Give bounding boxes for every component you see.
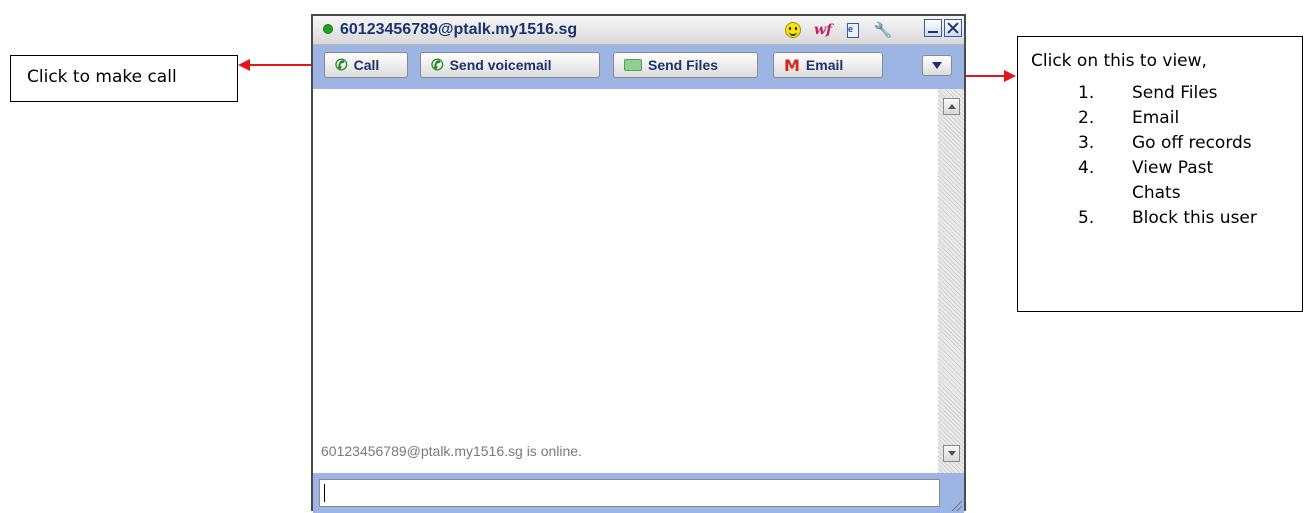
gmail-icon: M bbox=[784, 55, 800, 75]
list-item-number: 4. bbox=[1078, 158, 1095, 178]
send-files-button[interactable]: Send Files bbox=[613, 52, 758, 78]
list-item: 4. View Past Chats bbox=[1018, 156, 1302, 206]
smiley-icon bbox=[785, 22, 801, 38]
chevron-down-icon bbox=[932, 62, 942, 69]
chat-toolbar: ✆ Call ✆ Send voicemail Send Files M Ema… bbox=[313, 45, 964, 89]
chat-window: 60123456789@ptalk.my1516.sg wf e 🔧 ✆ Cal… bbox=[311, 14, 966, 513]
text-caret bbox=[324, 484, 325, 502]
file-transfer-icon bbox=[624, 59, 642, 71]
list-item: 1. Send Files bbox=[1018, 81, 1302, 106]
list-item: 5. Block this user bbox=[1018, 206, 1302, 231]
wf-icon: wf bbox=[813, 22, 833, 38]
input-bar bbox=[313, 473, 964, 513]
window-controls bbox=[924, 19, 962, 37]
callout-make-call-text: Click to make call bbox=[27, 67, 177, 87]
phone-icon: ✆ bbox=[335, 57, 348, 74]
list-item-label: View Past Chats bbox=[1132, 158, 1214, 203]
callout-more-options-heading: Click on this to view, bbox=[1031, 51, 1207, 71]
callout-options-list: 1. Send Files 2. Email 3. Go off records… bbox=[1018, 81, 1302, 231]
chat-scrollbar[interactable] bbox=[938, 89, 964, 473]
arrow-to-call-callout bbox=[238, 59, 322, 71]
list-item-label: Go off records bbox=[1132, 133, 1252, 153]
online-status-icon bbox=[323, 24, 333, 34]
message-input[interactable] bbox=[319, 479, 940, 507]
notes-button[interactable]: e bbox=[843, 20, 863, 40]
list-item: 2. Email bbox=[1018, 106, 1302, 131]
emoticon-button[interactable] bbox=[783, 20, 803, 40]
status-message: 60123456789@ptalk.my1516.sg is online. bbox=[321, 443, 582, 459]
scroll-up-button[interactable] bbox=[943, 98, 960, 115]
call-button-label: Call bbox=[353, 57, 380, 73]
list-item-number: 1. bbox=[1078, 83, 1095, 103]
call-button[interactable]: ✆ Call bbox=[324, 52, 408, 78]
window-title: 60123456789@ptalk.my1516.sg bbox=[340, 21, 578, 38]
send-voicemail-label: Send voicemail bbox=[449, 57, 552, 73]
send-files-label: Send Files bbox=[648, 57, 719, 73]
list-item-number: 5. bbox=[1078, 208, 1095, 228]
title-bar: 60123456789@ptalk.my1516.sg wf e 🔧 bbox=[313, 16, 964, 45]
wrench-icon: 🔧 bbox=[873, 22, 893, 39]
email-button-label: Email bbox=[805, 57, 844, 73]
list-item-number: 2. bbox=[1078, 108, 1095, 128]
close-button[interactable] bbox=[944, 19, 962, 37]
note-icon: e bbox=[847, 22, 859, 38]
list-item-label: Email bbox=[1132, 108, 1180, 128]
minimize-button[interactable] bbox=[924, 19, 942, 37]
title-icon-group: wf e 🔧 bbox=[783, 20, 893, 40]
resize-grip-icon[interactable] bbox=[950, 499, 962, 511]
list-item-number: 3. bbox=[1078, 133, 1095, 153]
list-item-label: Block this user bbox=[1132, 208, 1257, 228]
email-button[interactable]: M Email bbox=[773, 52, 883, 78]
settings-button[interactable]: 🔧 bbox=[873, 20, 893, 40]
callout-more-options: Click on this to view, 1. Send Files 2. … bbox=[1017, 36, 1303, 312]
callout-make-call: Click to make call bbox=[10, 55, 238, 102]
scroll-down-button[interactable] bbox=[943, 445, 960, 462]
more-options-button[interactable] bbox=[922, 55, 952, 76]
send-voicemail-button[interactable]: ✆ Send voicemail bbox=[420, 52, 600, 78]
list-item-label: Send Files bbox=[1132, 83, 1218, 103]
list-item: 3. Go off records bbox=[1018, 131, 1302, 156]
chat-history: 60123456789@ptalk.my1516.sg is online. bbox=[313, 89, 938, 473]
phone-icon: ✆ bbox=[431, 57, 444, 74]
wf-button[interactable]: wf bbox=[813, 20, 833, 40]
